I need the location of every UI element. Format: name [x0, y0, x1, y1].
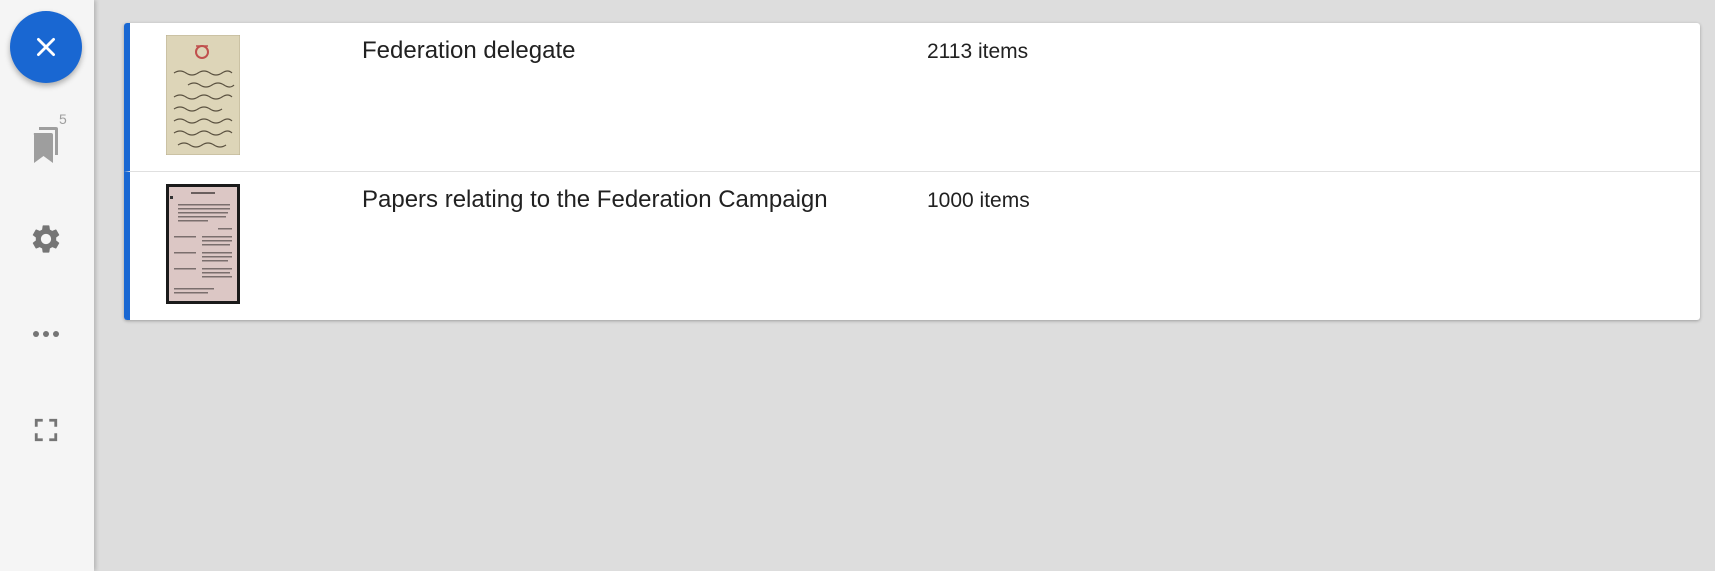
handwritten-letter-thumbnail	[166, 35, 240, 155]
item-count: 1000 items	[927, 189, 1030, 212]
fullscreen-button[interactable]	[17, 401, 75, 459]
gear-icon	[32, 225, 60, 253]
close-icon	[37, 38, 55, 56]
item-title: Federation delegate	[362, 37, 576, 64]
typed-document-thumbnail	[166, 184, 240, 304]
list-item[interactable]: Federation delegate 2113 items	[124, 23, 1700, 171]
item-count: 2113 items	[927, 40, 1029, 63]
item-title: Papers relating to the Federation Campai…	[362, 186, 828, 213]
settings-button[interactable]	[17, 210, 75, 268]
more-button[interactable]	[17, 305, 75, 363]
more-horizontal-icon	[33, 331, 59, 337]
bookmark-count-badge: 5	[59, 111, 67, 127]
results-list: Federation delegate 2113 items Papers re…	[124, 23, 1700, 320]
bookmarks-button[interactable]: 5	[17, 111, 75, 171]
close-button[interactable]	[10, 11, 82, 83]
list-item[interactable]: Papers relating to the Federation Campai…	[124, 171, 1700, 320]
sidebar: 5	[0, 0, 94, 571]
bookmarks-icon	[33, 127, 58, 163]
fullscreen-icon	[34, 418, 58, 442]
